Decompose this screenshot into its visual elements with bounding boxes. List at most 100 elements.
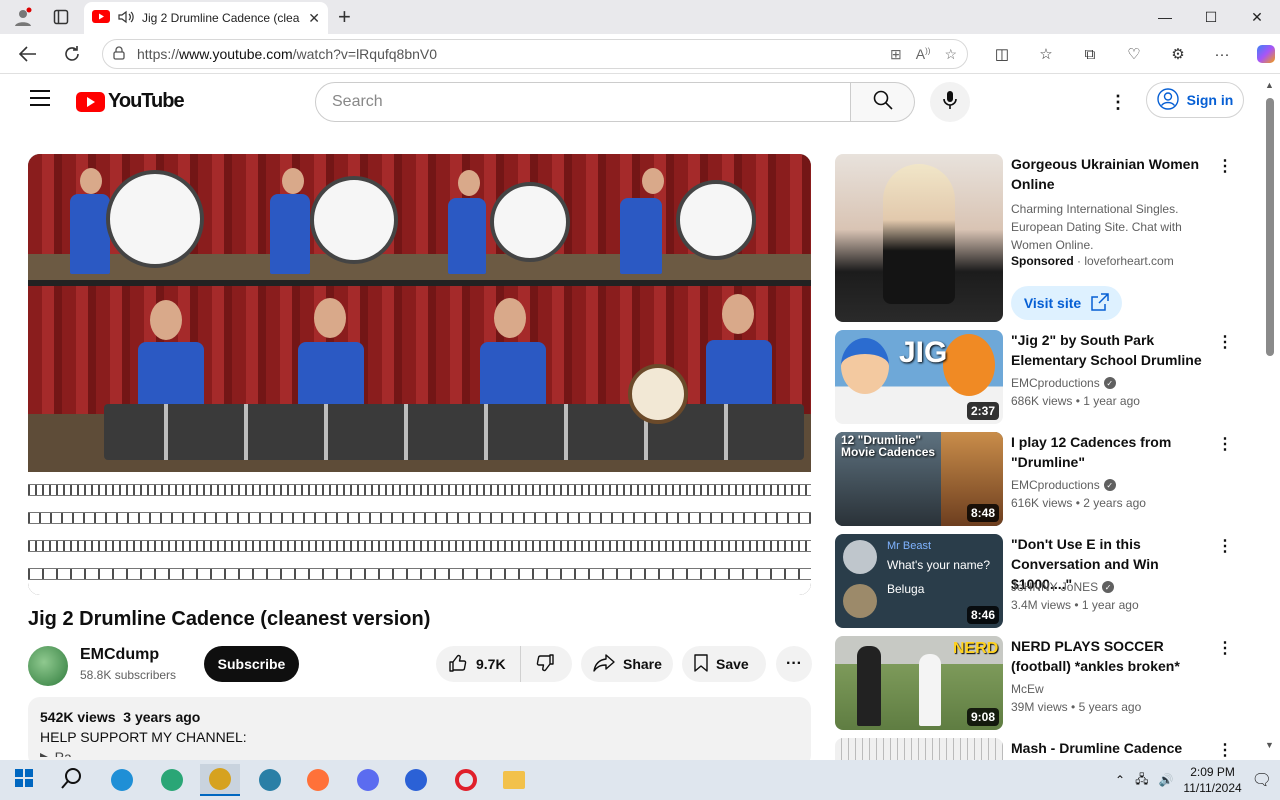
lock-icon[interactable] <box>113 45 125 63</box>
favorites-icon[interactable]: ☆ <box>1024 34 1068 74</box>
read-aloud-icon[interactable]: A)) <box>916 46 931 62</box>
visit-site-button[interactable]: Visit site <box>1011 286 1122 320</box>
taskbar-app[interactable] <box>494 764 534 796</box>
video-thumbnail[interactable]: JIG 2:37 <box>835 330 1003 424</box>
extensions-icon[interactable]: ⚙ <box>1156 34 1200 74</box>
video-thumbnail[interactable]: Mr Beast What's your name? Beluga 8:46 <box>835 534 1003 628</box>
collections-icon[interactable]: ⧉ <box>1068 34 1112 74</box>
browser-essentials-icon[interactable]: ♡ <box>1112 34 1156 74</box>
video-menu-icon[interactable]: ⋮ <box>1215 332 1235 352</box>
guide-menu-icon[interactable] <box>24 82 56 114</box>
refresh-button[interactable] <box>54 36 90 72</box>
chevron-up-icon[interactable]: ⌃ <box>1115 773 1125 787</box>
browser-toolbar: https://www.youtube.com/watch?v=lRqufq8b… <box>0 34 1280 74</box>
taskbar-app[interactable] <box>152 764 192 796</box>
active-tab[interactable]: Jig 2 Drumline Cadence (cleanest version… <box>84 2 328 34</box>
close-window-button[interactable]: ✕ <box>1234 0 1280 34</box>
speaker-icon[interactable] <box>118 10 134 27</box>
taskbar-app[interactable] <box>102 764 142 796</box>
video-thumbnail[interactable]: NERD 9:08 <box>835 636 1003 730</box>
scroll-down-icon[interactable]: ▼ <box>1265 740 1274 750</box>
clock[interactable]: 2:09 PM 11/11/2024 <box>1183 764 1241 796</box>
sign-in-button[interactable]: Sign in <box>1146 82 1244 118</box>
video-title-link[interactable]: Mash - Drumline Cadence <box>1011 738 1216 758</box>
recommended-video[interactable]: Mash - Drumline Cadence ⋮ <box>835 738 1235 760</box>
video-thumbnail[interactable]: 12 "Drumline" Movie Cadences 8:48 <box>835 432 1003 526</box>
channel-name[interactable]: EMCdump <box>80 646 159 664</box>
video-title-link[interactable]: "Jig 2" by South Park Elementary School … <box>1011 330 1216 370</box>
file-explorer-icon <box>503 771 525 789</box>
network-icon[interactable]: 🖧 <box>1135 770 1148 791</box>
video-channel[interactable]: EMCproductions <box>1011 376 1100 390</box>
copilot-icon[interactable] <box>1244 34 1280 74</box>
clock-date: 11/11/2024 <box>1183 781 1242 795</box>
video-channel[interactable]: JoHNNY JoNES <box>1011 580 1098 594</box>
taskbar-app[interactable] <box>348 764 388 796</box>
app-available-icon[interactable]: ⊞ <box>890 46 902 63</box>
settings-kebab-icon[interactable]: ⋮ <box>1104 88 1132 116</box>
dislike-button[interactable] <box>521 646 569 682</box>
share-button[interactable]: Share <box>581 646 673 682</box>
ad-title[interactable]: Gorgeous Ukrainian Women Online <box>1011 154 1216 194</box>
taskbar-app[interactable] <box>396 764 436 796</box>
video-views: 686K views <box>1011 394 1073 408</box>
voice-search-button[interactable] <box>930 82 970 122</box>
like-button[interactable]: 9.7K <box>436 646 521 682</box>
recommended-video[interactable]: JIG 2:37 "Jig 2" by South Park Elementar… <box>835 330 1235 424</box>
description-box[interactable]: 542K views 3 years ago HELP SUPPORT MY C… <box>28 697 811 767</box>
profile-icon[interactable] <box>8 2 38 32</box>
scroll-up-icon[interactable]: ▲ <box>1265 80 1274 90</box>
video-menu-icon[interactable]: ⋮ <box>1215 740 1235 760</box>
search-input[interactable]: Search <box>315 82 851 122</box>
video-age: 5 years ago <box>1078 700 1142 714</box>
more-actions-icon[interactable]: ··· <box>776 646 812 682</box>
channel-avatar[interactable] <box>28 646 68 686</box>
video-channel[interactable]: McEw <box>1011 682 1044 696</box>
youtube-logo[interactable]: YouTube <box>76 90 185 113</box>
close-tab-icon[interactable]: ✕ <box>308 10 320 27</box>
maximize-button[interactable]: ☐ <box>1188 0 1234 34</box>
page-scrollbar[interactable]: ▲ ▼ <box>1262 76 1280 760</box>
scrollbar-thumb[interactable] <box>1266 98 1274 356</box>
search-icon <box>873 90 893 115</box>
video-thumbnail[interactable] <box>835 738 1003 760</box>
volume-icon[interactable]: 🔊 <box>1158 773 1173 787</box>
verified-icon: ✓ <box>1103 377 1116 389</box>
video-player[interactable] <box>28 154 811 595</box>
new-tab-icon[interactable]: + <box>338 4 351 30</box>
video-menu-icon[interactable]: ⋮ <box>1215 536 1235 556</box>
settings-more-icon[interactable]: ··· <box>1200 34 1244 74</box>
verified-icon: ✓ <box>1102 581 1115 593</box>
ad-menu-icon[interactable]: ⋮ <box>1215 156 1235 176</box>
view-count: 542K views <box>40 709 116 725</box>
video-channel[interactable]: EMCproductions <box>1011 478 1100 492</box>
recommended-video[interactable]: NERD 9:08 NERD PLAYS SOCCER (football) *… <box>835 636 1235 730</box>
video-menu-icon[interactable]: ⋮ <box>1215 638 1235 658</box>
edge-icon <box>111 769 133 791</box>
recommended-video[interactable]: 12 "Drumline" Movie Cadences 8:48 I play … <box>835 432 1235 526</box>
taskbar-app-active[interactable] <box>200 764 240 796</box>
video-title-link[interactable]: NERD PLAYS SOCCER (football) *ankles bro… <box>1011 636 1216 676</box>
save-button[interactable]: Save <box>682 646 766 682</box>
favorite-star-icon[interactable]: ☆ <box>944 46 957 63</box>
video-menu-icon[interactable]: ⋮ <box>1215 434 1235 454</box>
tab-actions-icon[interactable] <box>46 2 76 32</box>
back-button[interactable] <box>10 36 46 72</box>
recommended-video[interactable]: Mr Beast What's your name? Beluga 8:46 "… <box>835 534 1235 628</box>
start-button[interactable] <box>4 764 44 796</box>
search-button[interactable] <box>851 82 915 122</box>
sponsored-ad[interactable]: Gorgeous Ukrainian Women Online ⋮ Charmi… <box>835 154 1235 324</box>
notifications-icon[interactable]: 🗨 <box>1252 770 1272 790</box>
taskbar-app[interactable] <box>250 764 290 796</box>
search-taskbar-button[interactable] <box>52 764 92 796</box>
url-path: /watch?v=lRqufq8bnV0 <box>292 46 438 62</box>
split-screen-icon[interactable]: ◫ <box>980 34 1024 74</box>
address-field[interactable]: https://www.youtube.com/watch?v=lRqufq8b… <box>102 39 968 69</box>
taskbar-app[interactable] <box>446 764 486 796</box>
subscribe-button[interactable]: Subscribe <box>204 646 299 682</box>
ad-thumbnail[interactable] <box>835 154 1003 322</box>
minimize-button[interactable]: — <box>1142 0 1188 34</box>
ad-description: Charming International Singles. European… <box>1011 202 1182 252</box>
video-title-link[interactable]: I play 12 Cadences from "Drumline" <box>1011 432 1216 472</box>
taskbar-app[interactable] <box>298 764 338 796</box>
